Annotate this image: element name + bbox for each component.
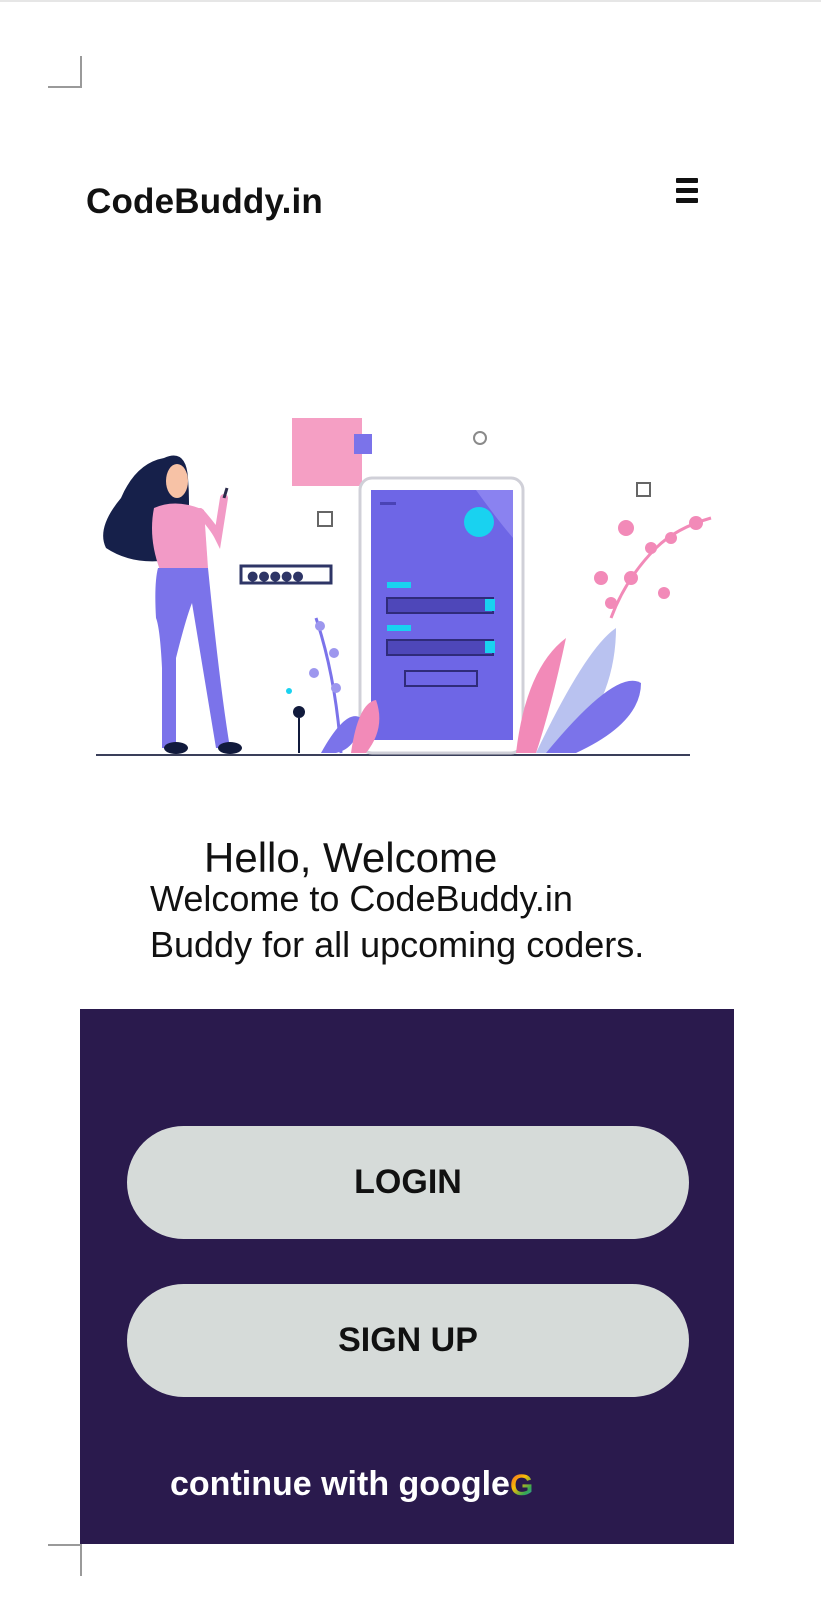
welcome-subtitle: Welcome to CodeBuddy.in [150, 878, 573, 919]
google-signin-link[interactable]: continue with googleG [170, 1465, 533, 1504]
welcome-title: Hello, Welcome [204, 834, 498, 881]
signup-button[interactable]: SIGN UP [127, 1284, 689, 1397]
avatar-circle [464, 507, 494, 537]
welcome-tagline: Buddy for all upcoming coders. [150, 924, 645, 965]
brand-title: CodeBuddy.in [86, 182, 324, 221]
outline-square-shape-right [636, 482, 651, 497]
password-dots: ●●●●● [247, 569, 304, 584]
hero-illustration: ●●●●● [96, 418, 712, 756]
google-signin-text: continue with google [170, 1465, 510, 1503]
outline-square-shape [317, 511, 333, 527]
crop-mark-bottom [48, 1544, 82, 1576]
top-divider [0, 0, 821, 2]
small-circle-shape [473, 431, 487, 445]
login-button[interactable]: LOGIN [127, 1126, 689, 1239]
crop-mark-top [48, 56, 82, 88]
hamburger-menu-icon[interactable] [670, 176, 704, 210]
woman-figure [103, 455, 242, 754]
purple-square-shape [354, 434, 372, 454]
pink-square-shape [292, 418, 362, 486]
auth-panel: LOGIN SIGN UP continue with googleG [80, 1009, 734, 1544]
app-header: CodeBuddy.in [86, 176, 706, 236]
google-icon: G [509, 1469, 534, 1502]
